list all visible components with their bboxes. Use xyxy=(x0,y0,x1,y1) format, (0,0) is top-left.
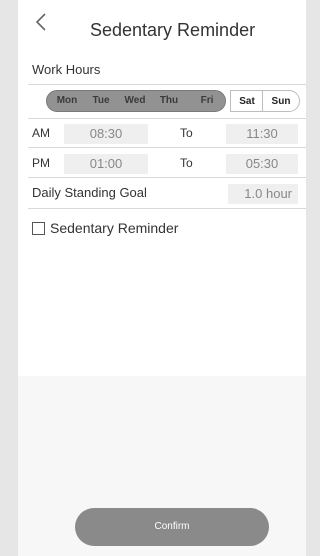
day-tue[interactable]: Tue xyxy=(86,90,116,112)
am-start-time[interactable]: 08:30 xyxy=(64,124,148,144)
divider xyxy=(28,208,306,209)
day-selector: Mon Tue Wed Thu Fri Sat Sun xyxy=(46,90,300,112)
pm-to-label: To xyxy=(180,156,193,170)
divider xyxy=(28,84,306,85)
day-sun[interactable]: Sun xyxy=(262,90,300,112)
day-sat[interactable]: Sat xyxy=(230,90,263,112)
back-button[interactable] xyxy=(28,8,56,36)
am-end-time[interactable]: 11:30 xyxy=(226,124,298,144)
header: Sedentary Reminder xyxy=(18,0,306,44)
sedentary-reminder-label: Sedentary Reminder xyxy=(50,220,179,236)
day-wed[interactable]: Wed xyxy=(120,90,150,112)
chevron-left-icon xyxy=(35,13,46,31)
day-thu[interactable]: Thu xyxy=(154,90,184,112)
divider xyxy=(28,177,306,178)
divider xyxy=(28,147,306,148)
divider xyxy=(28,118,306,119)
confirm-button[interactable]: Confirm xyxy=(75,508,269,546)
pm-label: PM xyxy=(32,156,50,170)
am-to-label: To xyxy=(180,126,193,140)
pm-end-time[interactable]: 05:30 xyxy=(226,154,298,174)
day-fri[interactable]: Fri xyxy=(192,90,222,112)
checkbox[interactable] xyxy=(32,222,45,235)
settings-area: Sedentary Reminder Work Hours Mon Tue We… xyxy=(18,0,306,376)
standing-goal-label: Daily Standing Goal xyxy=(32,185,147,200)
am-label: AM xyxy=(32,126,50,140)
day-mon[interactable]: Mon xyxy=(52,90,82,112)
page-title: Sedentary Reminder xyxy=(90,20,256,40)
standing-goal-value[interactable]: 1.0 hour xyxy=(228,184,298,204)
settings-panel: Sedentary Reminder Work Hours Mon Tue We… xyxy=(18,0,306,556)
work-hours-label: Work Hours xyxy=(32,62,101,77)
pm-start-time[interactable]: 01:00 xyxy=(64,154,148,174)
